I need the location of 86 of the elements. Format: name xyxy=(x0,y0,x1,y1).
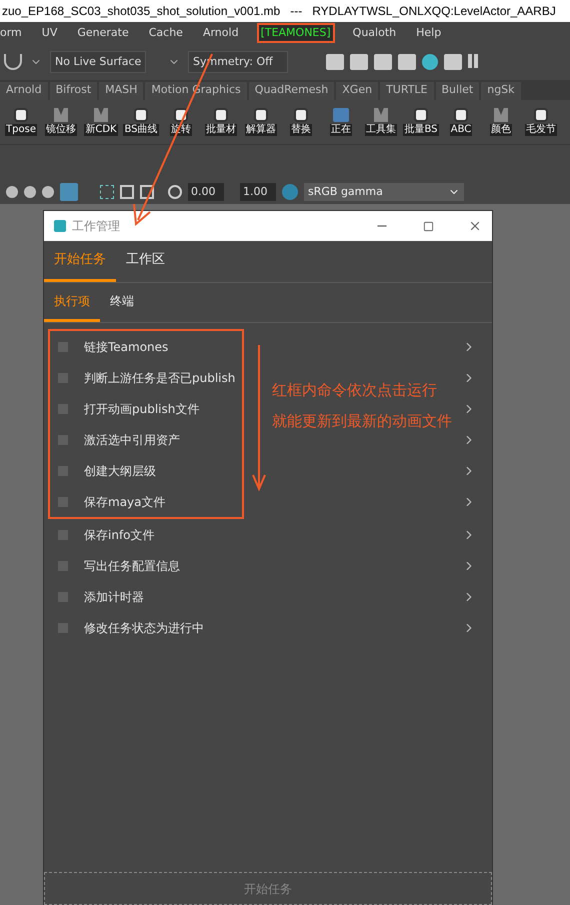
shelf-button[interactable]: 工具集 xyxy=(362,108,400,136)
task-label: 链接Teamones xyxy=(84,338,168,356)
shelf-tab[interactable]: TURTLE xyxy=(380,82,434,100)
shelf-button[interactable]: Tpose xyxy=(2,108,40,136)
shelf-label: 毛发节 xyxy=(525,124,557,136)
shelf-label: ABC xyxy=(450,124,472,136)
shelf-button[interactable]: 批量材 xyxy=(202,108,240,136)
checkbox[interactable] xyxy=(58,404,68,414)
shelf-label: 新CDK xyxy=(84,124,118,136)
aperture-icon[interactable] xyxy=(168,185,182,199)
tab[interactable]: 开始任务 xyxy=(44,241,116,282)
menu-item[interactable]: Generate xyxy=(77,24,129,42)
shelf-label: Tpose xyxy=(5,124,37,136)
checkbox[interactable] xyxy=(58,622,68,632)
square-icon[interactable] xyxy=(140,185,154,199)
menu-item[interactable]: [TEAMONES] xyxy=(258,24,333,42)
annotation-text: 就能更新到最新的动画文件 xyxy=(272,410,452,432)
checkbox[interactable] xyxy=(58,530,68,540)
tab[interactable]: 执行项 xyxy=(44,283,100,322)
task-label: 保存info文件 xyxy=(84,526,155,544)
shelf-label: 替换 xyxy=(290,124,312,136)
task-label: 创建大纲层级 xyxy=(84,462,156,480)
task-label: 写出任务配置信息 xyxy=(84,558,180,574)
shelf-label: 解算器 xyxy=(245,124,277,136)
tab[interactable]: 工作区 xyxy=(116,241,175,282)
task-label: 打开动画publish文件 xyxy=(84,400,200,418)
color-space-dropdown[interactable]: sRGB gamma xyxy=(304,183,464,201)
shelf-button[interactable]: 镜位移 xyxy=(42,108,80,136)
window-title: zuo_EP168_SC03_shot035_shot_solution_v001.mb --- RYDLAYTWSL_ONLXQQ:LevelActor_AARBJ xyxy=(1,3,556,20)
select-icon[interactable] xyxy=(100,185,114,199)
shelf-tab[interactable]: Bullet xyxy=(436,82,480,100)
checkbox[interactable] xyxy=(58,342,68,352)
shelf-tab[interactable]: XGen xyxy=(336,82,378,100)
m-logo-icon xyxy=(494,108,508,122)
shelf-tab[interactable]: Bifrost xyxy=(50,82,98,100)
dialog-title: 工作管理 xyxy=(72,218,120,235)
checkbox[interactable] xyxy=(58,592,68,602)
checkbox[interactable] xyxy=(58,496,68,506)
m-logo-icon xyxy=(54,108,68,122)
menu-item[interactable]: Qualoth xyxy=(352,24,396,42)
shelf-button[interactable]: BS曲线 xyxy=(122,108,160,136)
square-icon[interactable] xyxy=(120,185,134,199)
live-surface-field[interactable]: No Live Surface xyxy=(50,51,146,73)
task-label: 保存maya文件 xyxy=(84,494,166,510)
maximize-icon[interactable] xyxy=(423,220,434,232)
shelf-label: 工具集 xyxy=(365,124,397,136)
checkbox[interactable] xyxy=(58,372,68,382)
shelf-label: 颜色 xyxy=(490,124,512,136)
menu-item[interactable]: Cache xyxy=(148,24,183,42)
shelf-tab[interactable]: MASH xyxy=(99,82,144,100)
shelf-label: BS曲线 xyxy=(123,124,159,136)
shelf-button[interactable]: 正在 xyxy=(322,108,360,136)
shelf-button[interactable]: 颜色 xyxy=(482,108,520,136)
menu-item[interactable]: orm xyxy=(0,24,22,42)
task-label: 判断上游任务是否已publish xyxy=(84,370,236,386)
checkbox[interactable] xyxy=(58,560,68,570)
annotation-text: 红框内命令依次点击运行 xyxy=(272,380,438,401)
checkbox[interactable] xyxy=(58,466,68,476)
shelf-button[interactable]: ABC xyxy=(442,108,480,136)
exposure-field[interactable]: 0.00 xyxy=(188,183,224,201)
shelf-tab[interactable]: ngSk xyxy=(481,82,521,100)
shelf-button[interactable]: 批量BS xyxy=(402,108,440,136)
shelf-button[interactable]: 新CDK xyxy=(82,108,120,136)
menu-item[interactable]: UV xyxy=(42,24,58,42)
shelf-button[interactable]: 替换 xyxy=(282,108,320,136)
pause-icon[interactable] xyxy=(468,54,478,68)
shelf-label: 批量BS xyxy=(403,124,439,136)
tab[interactable]: 终端 xyxy=(100,283,144,322)
shelf-button[interactable]: 毛发节 xyxy=(522,108,560,136)
shelf-tab[interactable]: QuadRemesh xyxy=(248,82,334,100)
checkbox[interactable] xyxy=(58,434,68,444)
close-icon[interactable] xyxy=(468,219,482,233)
task-label: 激活选中引用资产 xyxy=(84,432,180,448)
task-label: 添加计时器 xyxy=(84,588,144,606)
gamma-field[interactable]: 1.00 xyxy=(240,183,276,201)
shelf-label: 批量材 xyxy=(205,124,237,136)
shelf-tab[interactable]: Arnold xyxy=(0,82,48,100)
m-logo-icon xyxy=(374,108,388,122)
shelf-label: 正在 xyxy=(330,124,352,136)
menu-item[interactable]: Help xyxy=(416,24,442,42)
shelf-label: 镜位移 xyxy=(45,124,77,136)
menu-item[interactable]: Arnold xyxy=(202,24,239,42)
m-logo-icon xyxy=(94,108,108,122)
task-label: 修改任务状态为进行中 xyxy=(84,620,204,636)
shelf-button[interactable]: 解算器 xyxy=(242,108,280,136)
magnet-icon[interactable] xyxy=(4,54,22,70)
